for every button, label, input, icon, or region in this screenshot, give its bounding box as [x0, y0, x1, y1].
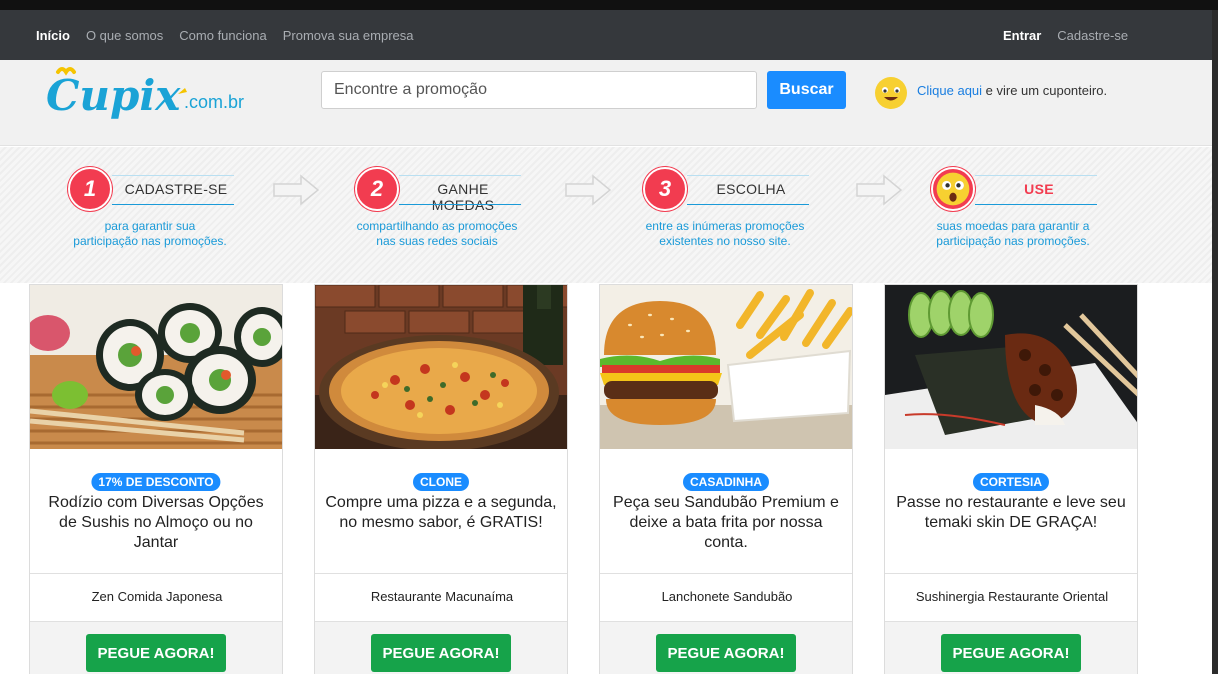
step-line-top [112, 175, 234, 176]
card-footer: PEGUE AGORA! [885, 621, 1137, 674]
step-title: ESCOLHA [716, 181, 786, 197]
get-deal-button[interactable]: PEGUE AGORA! [656, 634, 796, 672]
nav-link-entrar[interactable]: Entrar [1003, 28, 1041, 43]
step-number-badge: 3 [643, 167, 687, 211]
promo-badge: 17% DE DESCONTO [91, 473, 221, 491]
promo-badge: CLONE [413, 473, 469, 491]
card-footer: PEGUE AGORA! [30, 621, 282, 674]
how-it-works-steps: 1 CADASTRE-SE para garantir sua participa… [0, 147, 1212, 283]
step-description: suas moedas para garantir a participação … [936, 219, 1090, 248]
svg-text:Cupix: Cupix [46, 71, 181, 120]
promo-badge: CASADINHA [683, 473, 769, 491]
step-number-badge: 2 [355, 167, 399, 211]
venue-name: Lanchonete Sandubão [661, 589, 793, 604]
arrow-right-icon [273, 174, 319, 206]
cupix-logo[interactable]: Cupix .com.br [44, 64, 254, 126]
promo-card: CORTESIA Passe no restaurante e leve seu… [884, 284, 1138, 674]
top-navbar: Início O que somos Como funciona Promova… [0, 10, 1218, 60]
promo-badge: CORTESIA [972, 473, 1050, 491]
card-divider [30, 573, 282, 574]
promo-title[interactable]: Compre uma pizza e a segunda, no mesmo s… [325, 493, 557, 533]
cta-link-clique-aqui[interactable]: Clique aqui [917, 83, 982, 98]
step-line [687, 204, 809, 205]
card-divider [885, 573, 1137, 574]
nav-link-inicio[interactable]: Início [36, 28, 70, 43]
arrow-right-icon [565, 174, 611, 206]
search-input[interactable] [321, 71, 757, 109]
promo-card: CLONE Compre uma pizza e a segunda, no m… [314, 284, 568, 674]
card-divider [315, 573, 567, 574]
search-button[interactable]: Buscar [767, 71, 846, 109]
page-scrollbar[interactable] [1212, 10, 1218, 674]
cta-text-rest: e vire um cuponteiro. [982, 83, 1108, 98]
nav-right-group: Entrar Cadastre-se [1003, 10, 1128, 60]
nav-link-cadastre-se[interactable]: Cadastre-se [1057, 28, 1128, 43]
signup-cta: Clique aqui e vire um cuponteiro. [917, 83, 1107, 98]
get-deal-button[interactable]: PEGUE AGORA! [371, 634, 511, 672]
step-line [975, 204, 1097, 205]
step-line [112, 204, 234, 205]
step-title: CADASTRE-SE [124, 181, 228, 197]
promo-title[interactable]: Passe no restaurante e leve seu temaki s… [895, 493, 1127, 533]
promo-title[interactable]: Peça seu Sandubão Premium e deixe a bata… [610, 493, 842, 553]
window-top-strip [0, 0, 1218, 10]
step-3: 3 ESCOLHA entre as inúmeras promoções exi… [643, 167, 883, 267]
nav-link-como-funciona[interactable]: Como funciona [179, 28, 266, 43]
card-footer: PEGUE AGORA! [600, 621, 852, 674]
promo-card: CASADINHA Peça seu Sandubão Premium e de… [599, 284, 853, 674]
card-footer: PEGUE AGORA! [315, 621, 567, 674]
venue-name: Sushinergia Restaurante Oriental [915, 589, 1109, 604]
step-title: GANHE MOEDAS [431, 181, 495, 213]
step-line-top [975, 175, 1097, 176]
step-number-badge: 1 [68, 167, 112, 211]
venue-name: Zen Comida Japonesa [91, 589, 223, 604]
pizza-photo[interactable] [315, 285, 568, 449]
surprised-face-icon [931, 167, 975, 211]
promo-title[interactable]: Rodízio com Diversas Opções de Sushis no… [40, 493, 272, 553]
arrow-right-icon [856, 174, 902, 206]
smiley-face-icon [875, 77, 907, 109]
nav-link-o-que-somos[interactable]: O que somos [86, 28, 163, 43]
burger-fries-photo[interactable] [600, 285, 853, 449]
site-header: Cupix .com.br Buscar Clique aqui e vire … [0, 60, 1212, 146]
venue-name: Restaurante Macunaíma [370, 589, 514, 604]
step-description: compartilhando as promoções nas suas rede… [356, 219, 518, 248]
step-description: entre as inúmeras promoções existentes no… [645, 219, 805, 248]
get-deal-button[interactable]: PEGUE AGORA! [941, 634, 1081, 672]
step-1: 1 CADASTRE-SE para garantir sua participa… [68, 167, 308, 267]
svg-text:.com.br: .com.br [184, 92, 244, 112]
step-line-top [687, 175, 809, 176]
get-deal-button[interactable]: PEGUE AGORA! [86, 634, 226, 672]
temaki-photo[interactable] [885, 285, 1138, 449]
card-divider [600, 573, 852, 574]
step-4: USE suas moedas para garantir a participa… [931, 167, 1171, 267]
step-description: para garantir sua participação nas promoç… [73, 219, 227, 248]
nav-left-group: Início O que somos Como funciona Promova… [36, 10, 414, 60]
promo-card: 17% DE DESCONTO Rodízio com Diversas Opç… [29, 284, 283, 674]
step-2: 2 GANHE MOEDAS compartilhando as promoçõ… [355, 167, 595, 267]
step-line [399, 204, 521, 205]
sushi-rolls-photo[interactable] [30, 285, 283, 449]
step-line-top [399, 175, 521, 176]
step-title: USE [1024, 181, 1054, 197]
nav-link-promova[interactable]: Promova sua empresa [283, 28, 414, 43]
